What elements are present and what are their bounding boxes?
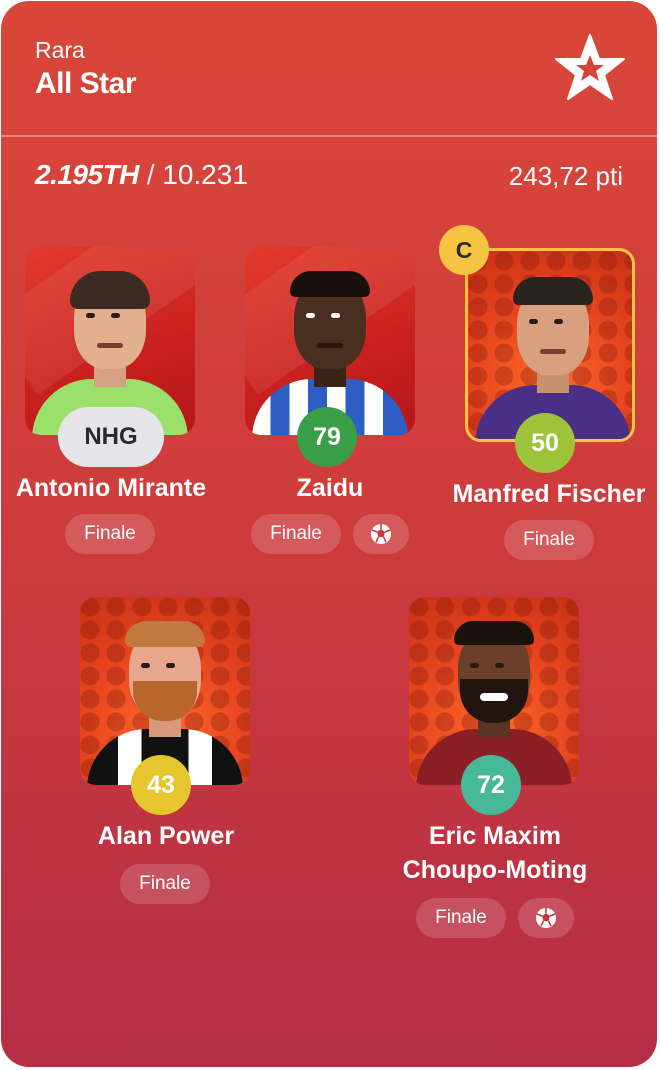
player-name: Antonio Mirante — [15, 474, 207, 502]
rank-total: 10.231 — [162, 159, 248, 190]
player-name: Eric Maxim Choupo-Moting — [385, 819, 605, 887]
goal-pill[interactable] — [353, 514, 409, 554]
player-score-badge: 72 — [461, 755, 521, 815]
match-status-pill[interactable]: Finale — [504, 520, 594, 560]
player-card[interactable]: C 50 Manfred Fischer Finale — [439, 225, 657, 567]
goal-pill[interactable] — [518, 898, 574, 938]
header-divider — [1, 135, 657, 137]
soccer-ball-icon — [536, 908, 556, 928]
star-logo-icon — [555, 34, 625, 100]
player-card[interactable]: 72 Eric Maxim Choupo-Moting Finale — [385, 597, 605, 938]
match-status-pill[interactable]: Finale — [120, 864, 210, 904]
player-card[interactable]: 43 Alan Power Finale — [56, 597, 276, 917]
match-status-pill[interactable]: Finale — [416, 898, 506, 938]
player-name: Manfred Fischer — [452, 480, 646, 508]
rank-position: 2.195TH — [35, 159, 139, 190]
player-card[interactable]: 79 Zaidu Finale — [220, 247, 440, 567]
competition-title: All Star — [35, 67, 137, 100]
team-card[interactable]: Rara All Star 2.195TH / 10.231 243,72 pt… — [1, 1, 657, 1067]
rank-separator: / — [146, 159, 163, 190]
player-score-badge: 43 — [131, 755, 191, 815]
player-name: Alan Power — [97, 822, 235, 850]
player-score-badge: 79 — [297, 407, 357, 467]
captain-badge: C — [439, 225, 489, 275]
player-score-badge: NHG — [58, 407, 164, 467]
player-card[interactable]: NHG Antonio Mirante Finale — [1, 247, 221, 567]
player-name: Zaidu — [296, 474, 364, 502]
match-status-pill[interactable]: Finale — [251, 514, 341, 554]
rank-display: 2.195TH / 10.231 — [35, 159, 248, 191]
match-status-pill[interactable]: Finale — [65, 514, 155, 554]
player-name-line: Eric Maxim — [428, 822, 561, 850]
soccer-ball-icon — [371, 524, 391, 544]
total-score: 243,72 pti — [508, 161, 623, 191]
rarity-label: Rara — [35, 37, 85, 63]
player-name-line: Choupo-Moting — [402, 856, 588, 884]
player-score-badge: 50 — [515, 413, 575, 473]
